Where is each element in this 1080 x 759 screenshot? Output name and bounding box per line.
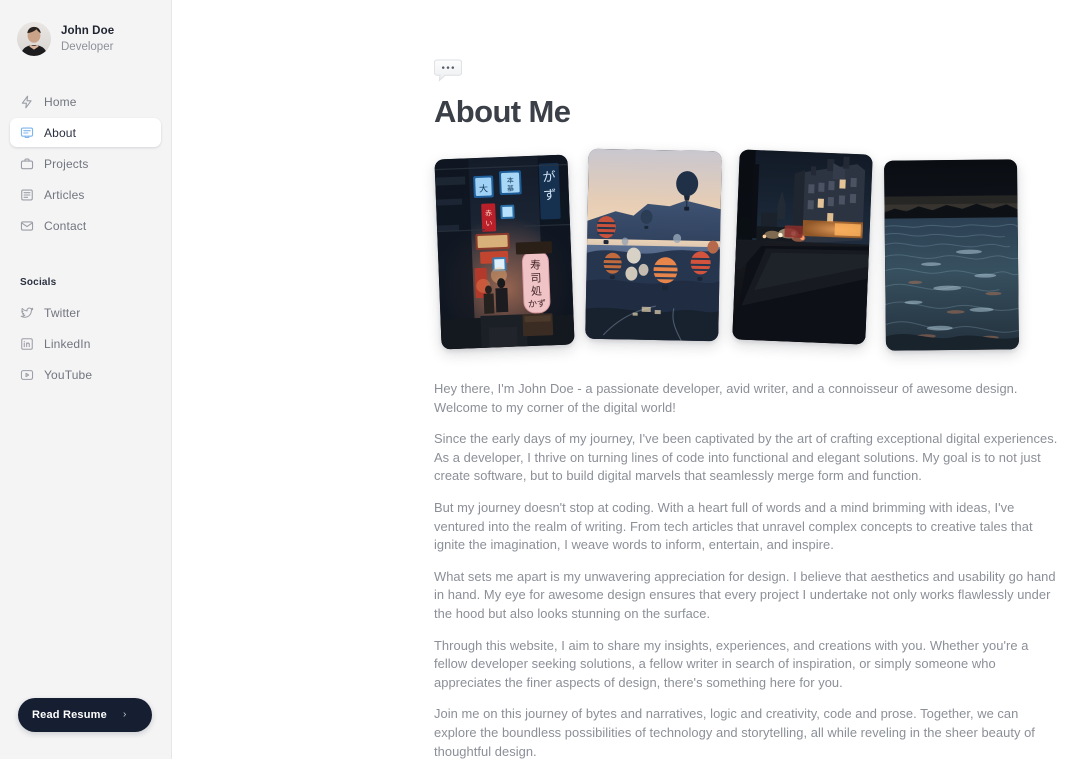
page-title: About Me [434, 94, 571, 129]
sidebar-item-about[interactable]: About [10, 118, 161, 147]
sidebar-item-contact[interactable]: Contact [10, 211, 161, 240]
sidebar-item-home[interactable]: Home [10, 87, 161, 116]
lightning-bolt-icon [20, 95, 34, 109]
read-resume-button[interactable]: Read Resume › [18, 698, 152, 732]
read-resume-label: Read Resume [32, 709, 107, 721]
sidebar-item-articles[interactable]: Articles [10, 180, 161, 209]
svg-text:処: 処 [531, 285, 542, 298]
chat-bubble-icon [20, 126, 34, 140]
briefcase-icon [20, 157, 34, 171]
document-lines-icon [20, 188, 34, 202]
profile-block[interactable]: John Doe Developer [0, 0, 171, 56]
paragraph: Since the early days of my journey, I've… [434, 431, 1058, 484]
linkedin-icon [20, 337, 34, 351]
svg-text:大: 大 [479, 183, 488, 195]
socials-list: Twitter LinkedIn YouTube [0, 297, 171, 390]
about-body-copy: Hey there, I'm John Doe - a passionate d… [434, 380, 1059, 759]
svg-text:寿: 寿 [530, 258, 542, 272]
svg-text:司: 司 [530, 272, 541, 285]
sidebar-item-youtube[interactable]: YouTube [10, 359, 161, 390]
svg-text:基: 基 [507, 184, 514, 193]
paragraph: What sets me apart is my unwavering appr… [434, 568, 1056, 621]
paragraph: Join me on this journey of bytes and nar… [434, 706, 1035, 759]
socials-heading: Socials [20, 277, 57, 288]
night-street-photo[interactable] [732, 149, 873, 345]
app-root: John Doe Developer Home About Projects A… [0, 0, 1080, 759]
svg-text:ず: ず [543, 188, 557, 203]
social-label: YouTube [44, 367, 93, 382]
primary-nav: Home About Projects Articles Contact [0, 87, 171, 240]
profile-role: Developer [61, 40, 114, 53]
social-label: LinkedIn [44, 336, 91, 351]
hot-air-balloons-photo[interactable] [585, 148, 722, 342]
svg-text:が: が [542, 170, 556, 185]
sidebar: John Doe Developer Home About Projects A… [0, 0, 172, 759]
night-water-photo[interactable] [884, 159, 1019, 351]
photo-gallery: が ず 大 本 基 赤 い 寿 司 処 かず [434, 148, 1060, 351]
sidebar-item-twitter[interactable]: Twitter [10, 297, 161, 328]
svg-text:赤: 赤 [485, 209, 492, 217]
paragraph: Hey there, I'm John Doe - a passionate d… [434, 381, 1018, 415]
paragraph: But my journey doesn't stop at coding. W… [434, 499, 1033, 553]
sidebar-item-label: Home [44, 94, 77, 109]
sidebar-item-projects[interactable]: Projects [10, 149, 161, 178]
envelope-icon [20, 219, 34, 233]
svg-text:い: い [485, 219, 492, 227]
avatar [17, 22, 51, 56]
svg-text:本: 本 [507, 176, 514, 185]
main-content: About Me が ず 大 本 基 赤 い 寿 司 処 かず Hey ther… [172, 0, 1080, 759]
sidebar-item-label: About [44, 125, 77, 140]
sidebar-item-label: Contact [44, 218, 87, 233]
chevron-right-icon: › [122, 709, 127, 720]
youtube-icon [20, 368, 34, 382]
japan-street-photo[interactable]: が ず 大 本 基 赤 い 寿 司 処 かず [434, 154, 575, 350]
profile-name: John Doe [61, 25, 115, 38]
sidebar-item-label: Articles [44, 187, 85, 202]
paragraph: Through this website, I aim to share my … [434, 637, 1029, 690]
svg-text:かず: かず [528, 298, 546, 310]
twitter-bird-icon [20, 306, 34, 320]
social-label: Twitter [44, 305, 81, 320]
speech-bubble-ellipsis-icon [434, 58, 462, 82]
sidebar-item-label: Projects [44, 156, 89, 171]
sidebar-item-linkedin[interactable]: LinkedIn [10, 328, 161, 359]
